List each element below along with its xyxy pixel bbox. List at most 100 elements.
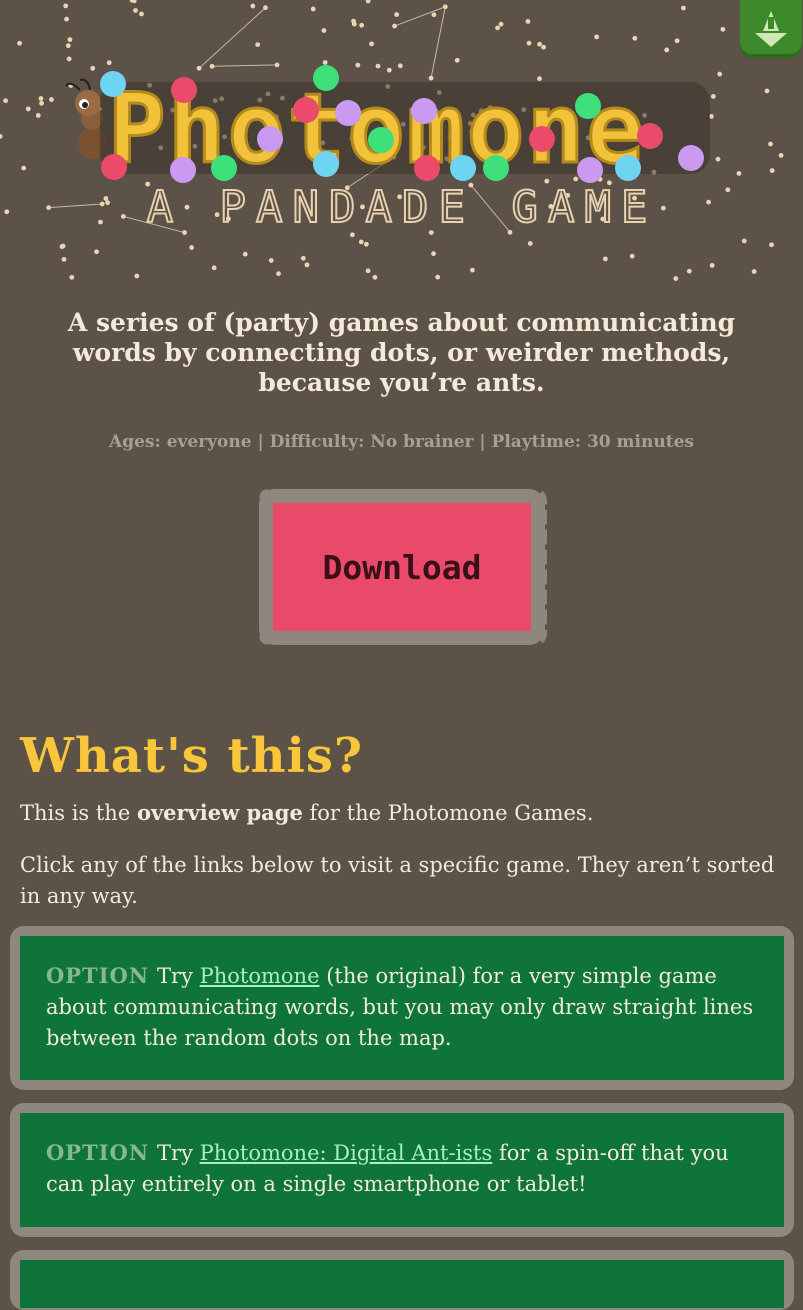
logo-dot — [678, 145, 704, 171]
constellation-dot — [94, 249, 99, 255]
constellation-dot — [674, 38, 680, 44]
constellation-dot — [209, 63, 215, 69]
option-tag: OPTION — [46, 963, 150, 988]
logo-dot — [313, 65, 339, 91]
logo-dot — [615, 155, 641, 181]
constellation-dot — [189, 245, 195, 250]
constellation-dot — [250, 3, 256, 9]
constellation-dot — [38, 96, 44, 101]
option-text: Try — [157, 964, 200, 988]
option-tag: OPTION — [46, 1140, 150, 1165]
logo-dot — [293, 97, 319, 123]
logo-dot — [414, 155, 440, 181]
logo-dot — [577, 157, 603, 183]
home-arrow-icon — [755, 11, 787, 47]
constellation-dot — [61, 256, 67, 262]
constellation-dot — [736, 170, 742, 176]
constellation-dot — [431, 12, 437, 18]
logo-dot — [211, 155, 237, 181]
constellation-dot — [454, 57, 460, 63]
constellation-dot — [365, 0, 371, 4]
constellation-dot — [196, 65, 202, 71]
constellation-dot — [394, 12, 400, 17]
constellation-dot — [435, 274, 441, 280]
constellation-dot — [778, 152, 784, 158]
option-text: (the original) for a very simple game ab… — [46, 964, 754, 1050]
constellation-dot — [120, 213, 126, 219]
constellation-line — [48, 203, 103, 209]
constellation-dot — [276, 271, 281, 277]
constellation-dot — [363, 241, 369, 247]
logo-dot — [170, 157, 196, 183]
constellation-dot — [103, 196, 109, 201]
logo-dot — [257, 126, 283, 152]
constellation-line — [394, 6, 446, 27]
constellation-dot — [322, 60, 328, 65]
constellation-dot — [46, 205, 52, 211]
logo-dot — [575, 93, 601, 119]
instructions-paragraph: Click any of the links below to visit a … — [20, 853, 775, 908]
constellation-dot — [769, 242, 774, 248]
constellation-dot — [709, 263, 715, 268]
constellation-dot — [526, 40, 532, 46]
constellation-dot — [537, 41, 542, 47]
constellation-dot — [369, 41, 374, 47]
constellation-dot — [594, 34, 600, 40]
constellation-dot — [242, 251, 248, 257]
overview-bold: overview page — [136, 800, 303, 825]
constellation-dot — [495, 25, 500, 31]
constellation-dot — [365, 268, 371, 274]
constellation-dot — [359, 22, 365, 28]
logo-dot — [411, 98, 437, 124]
constellation-dot — [49, 97, 54, 102]
constellation-dot — [751, 269, 757, 274]
constellation-dot — [720, 26, 726, 32]
download-button[interactable]: Download — [273, 503, 531, 631]
logo-dot — [450, 155, 476, 181]
constellation-dot — [59, 244, 65, 250]
constellation-dot — [105, 200, 111, 206]
constellation-dot — [769, 168, 775, 173]
constellation-dot — [355, 62, 361, 68]
logo-dot — [101, 154, 127, 180]
option-card: OPTION Try Photomone: Digital Ant-ists fo… — [20, 1113, 784, 1227]
constellation-dot — [660, 205, 666, 211]
header-art: Photomone A PANDADE GAME — [0, 0, 784, 281]
constellation-dot — [98, 219, 103, 225]
photomone-link[interactable]: Photomone — [200, 964, 320, 988]
constellation-dot — [134, 273, 140, 279]
home-button[interactable] — [740, 0, 802, 58]
constellation-dot — [351, 21, 357, 27]
constellation-dot — [431, 251, 436, 257]
constellation-dot — [768, 141, 773, 147]
constellation-dot — [386, 67, 392, 73]
constellation-dot — [717, 71, 723, 77]
constellation-dot — [470, 267, 475, 273]
constellation-dot — [255, 42, 261, 48]
logo: Photomone A PANDADE GAME — [65, 65, 710, 234]
constellation-dot — [268, 258, 274, 263]
constellation-dot — [21, 165, 27, 171]
constellation-dot — [375, 63, 381, 69]
constellation-dot — [673, 276, 679, 281]
constellation-dot — [764, 88, 770, 94]
constellation-dot — [35, 113, 41, 118]
constellation-dot — [525, 19, 531, 24]
constellation-dot — [725, 187, 731, 193]
constellation-dot — [64, 16, 69, 22]
constellation-dot — [39, 100, 44, 106]
digital-antists-link[interactable]: Photomone: Digital Ant-ists — [200, 1141, 493, 1165]
constellation-dot — [99, 201, 105, 207]
logo-dot — [637, 123, 663, 149]
constellation-dot — [3, 98, 9, 104]
constellation-dot — [300, 255, 306, 261]
constellation-dot — [67, 37, 73, 43]
constellation-dot — [106, 60, 112, 66]
constellation-dot — [69, 274, 75, 280]
game-meta: Ages: everyone | Difficulty: No brainer … — [109, 432, 694, 452]
constellation-dot — [372, 274, 378, 280]
constellation-dot — [25, 106, 31, 112]
logo-dot — [313, 151, 339, 177]
constellation-dot — [681, 5, 686, 11]
svg-text:A PANDADE GAME: A PANDADE GAME — [147, 182, 658, 233]
